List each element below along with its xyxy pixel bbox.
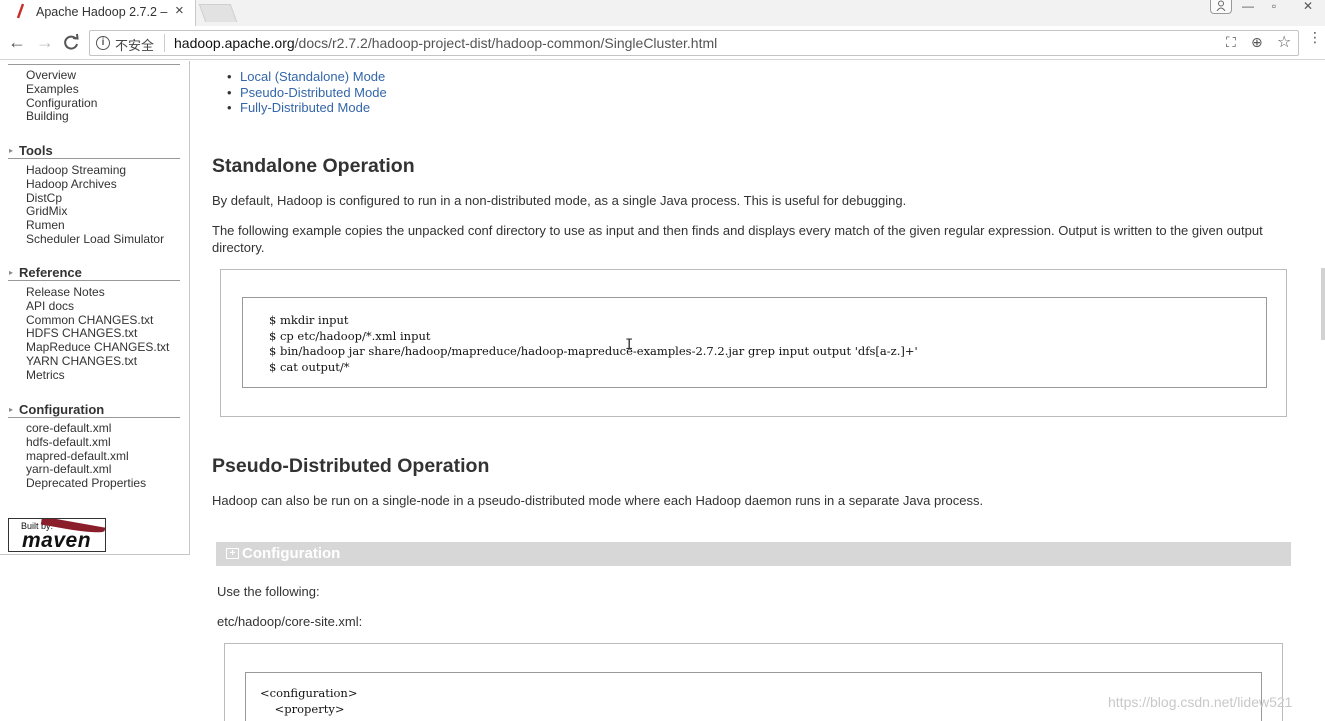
sidebar-section-reference[interactable]: ▸ Reference — [8, 265, 180, 281]
link-fully-distributed-mode[interactable]: Fully-Distributed Mode — [240, 100, 387, 116]
sidebar-item-core-default[interactable]: core-default.xml — [26, 421, 146, 436]
sidebar-item-hadoop-streaming[interactable]: Hadoop Streaming — [26, 163, 164, 178]
sidebar-item-mapred-default[interactable]: mapred-default.xml — [26, 449, 146, 464]
code-line: <property> — [260, 701, 345, 716]
page-content: Overview Examples Configuration Building… — [0, 61, 1325, 721]
sidebar-item-hadoop-archives[interactable]: Hadoop Archives — [26, 177, 164, 192]
use-following-text: Use the following: — [217, 584, 320, 599]
new-tab-button[interactable] — [198, 4, 238, 22]
sidebar-item-mapreduce-changes[interactable]: MapReduce CHANGES.txt — [26, 340, 169, 355]
standalone-example-paragraph: The following example copies the unpacke… — [212, 223, 1263, 255]
translate-icon[interactable]: ⛶ — [1226, 34, 1236, 51]
sidebar-section-tools[interactable]: ▸ Tools — [8, 143, 180, 159]
hadoop-favicon-icon — [16, 3, 25, 19]
browser-toolbar: ← → i 不安全 hadoop.apache.org/docs/r2.7.2/… — [0, 26, 1325, 60]
sidebar-item-api-docs[interactable]: API docs — [26, 299, 169, 314]
restore-icon[interactable]: ▫ — [1264, 0, 1284, 14]
sidebar-section-title: Tools — [19, 143, 53, 158]
sidebar-item-hdfs-default[interactable]: hdfs-default.xml — [26, 435, 146, 450]
code-line: $ mkdir input — [269, 313, 349, 327]
browser-tab[interactable]: Apache Hadoop 2.7.2 – × — [0, 0, 196, 26]
sidebar-item-deprecated-properties[interactable]: Deprecated Properties — [26, 476, 146, 491]
minimize-icon[interactable]: — — [1238, 0, 1258, 14]
maven-logo-text: maven — [22, 529, 92, 552]
standalone-code-lines: $ mkdir input $ cp etc/hadoop/*.xml inpu… — [269, 313, 918, 376]
code-line: <configuration> — [260, 686, 358, 700]
window-close-icon[interactable]: ✕ — [1296, 0, 1320, 14]
text-cursor-icon: I — [625, 337, 634, 353]
sidebar-section-title: Configuration — [19, 402, 105, 417]
sidebar-item-distcp[interactable]: DistCp — [26, 191, 164, 206]
user-profile-icon[interactable] — [1210, 0, 1232, 14]
bookmark-star-icon[interactable]: ☆ — [1277, 32, 1291, 52]
sidebar-top-list: Overview Examples Configuration Building — [26, 68, 97, 124]
sidebar-item-building[interactable]: Building — [26, 110, 97, 124]
sidebar-item-common-changes[interactable]: Common CHANGES.txt — [26, 313, 169, 328]
mode-link-list: Local (Standalone) Mode Pseudo-Distribut… — [240, 69, 387, 116]
page-scrollbar-thumb[interactable] — [1321, 268, 1325, 340]
pseudo-intro-paragraph: Hadoop can also be run on a single-node … — [212, 493, 984, 508]
heading-pseudo-distributed-operation: Pseudo-Distributed Operation — [212, 455, 490, 477]
collapse-arrow-icon: ▸ — [9, 268, 14, 277]
sidebar-item-rumen[interactable]: Rumen — [26, 218, 164, 233]
sidebar-item-release-notes[interactable]: Release Notes — [26, 285, 169, 300]
built-by-maven-badge[interactable]: Built by: maven — [8, 518, 106, 552]
url-text[interactable]: hadoop.apache.org/docs/r2.7.2/hadoop-pro… — [174, 35, 717, 51]
back-arrow-icon[interactable]: ← — [8, 31, 26, 53]
browser-menu-icon[interactable]: ⋮ — [1308, 30, 1322, 44]
sidebar-configuration-list: core-default.xml hdfs-default.xml mapred… — [26, 421, 146, 491]
address-bar[interactable]: i 不安全 hadoop.apache.org/docs/r2.7.2/hado… — [89, 30, 1299, 56]
sidebar-item-hdfs-changes[interactable]: HDFS CHANGES.txt — [26, 327, 169, 341]
csdn-watermark: https://blog.csdn.net/lidew521 — [1108, 694, 1293, 710]
url-separator — [164, 34, 165, 52]
sidebar-section-configuration[interactable]: ▸ Configuration — [8, 402, 180, 418]
code-line: $ cat output/* — [269, 360, 350, 375]
zoom-icon[interactable]: ⊕ — [1251, 34, 1263, 51]
forward-arrow-icon[interactable]: → — [36, 31, 54, 53]
sidebar-item-overview[interactable]: Overview — [26, 68, 97, 83]
standalone-source-box: $ mkdir input $ cp etc/hadoop/*.xml inpu… — [220, 269, 1287, 417]
core-site-file-label: etc/hadoop/core-site.xml: — [217, 614, 363, 629]
sidebar-item-configuration[interactable]: Configuration — [26, 96, 97, 111]
code-line: $ bin/hadoop jar share/hadoop/mapreduce/… — [269, 344, 918, 359]
person-icon — [1216, 0, 1226, 12]
sidebar-divider — [8, 64, 180, 65]
sidebar-item-yarn-default[interactable]: yarn-default.xml — [26, 463, 146, 477]
info-icon[interactable]: i — [96, 36, 110, 50]
left-sidebar: Overview Examples Configuration Building… — [0, 61, 190, 555]
tab-bar: Apache Hadoop 2.7.2 – × — ▫ ✕ — [0, 0, 1325, 26]
sidebar-section-title: Reference — [19, 265, 82, 280]
tab-title: Apache Hadoop 2.7.2 – — [36, 5, 168, 19]
sidebar-reference-list: Release Notes API docs Common CHANGES.tx… — [26, 285, 169, 383]
standalone-code-block[interactable]: $ mkdir input $ cp etc/hadoop/*.xml inpu… — [242, 297, 1267, 388]
sidebar-item-gridmix[interactable]: GridMix — [26, 205, 164, 219]
sidebar-item-scheduler-load-simulator[interactable]: Scheduler Load Simulator — [26, 232, 164, 247]
code-line: $ cp etc/hadoop/*.xml input — [269, 328, 431, 343]
sidebar-item-examples[interactable]: Examples — [26, 82, 97, 97]
link-pseudo-distributed-mode[interactable]: Pseudo-Distributed Mode — [240, 85, 387, 101]
collapse-arrow-icon: ▸ — [9, 405, 14, 414]
sidebar-item-metrics[interactable]: Metrics — [26, 368, 169, 383]
sidebar-tools-list: Hadoop Streaming Hadoop Archives DistCp … — [26, 163, 164, 247]
section-configuration-title: Configuration — [242, 545, 341, 562]
link-local-standalone-mode[interactable]: Local (Standalone) Mode — [240, 69, 387, 85]
heading-standalone-operation: Standalone Operation — [212, 155, 415, 177]
expand-toggle-icon[interactable]: + — [226, 548, 239, 559]
reload-icon[interactable] — [62, 31, 80, 53]
sidebar-item-yarn-changes[interactable]: YARN CHANGES.txt — [26, 354, 169, 369]
section-configuration-header[interactable]: + Configuration — [216, 542, 1291, 566]
core-site-code-lines: <configuration> <property> — [260, 686, 357, 717]
url-host: hadoop.apache.org — [174, 35, 295, 51]
collapse-arrow-icon: ▸ — [9, 146, 14, 155]
standalone-intro-paragraph: By default, Hadoop is configured to run … — [212, 193, 907, 208]
tab-close-icon[interactable]: × — [175, 3, 184, 19]
security-label[interactable]: 不安全 — [115, 35, 154, 54]
url-path: /docs/r2.7.2/hadoop-project-dist/hadoop-… — [294, 35, 718, 51]
